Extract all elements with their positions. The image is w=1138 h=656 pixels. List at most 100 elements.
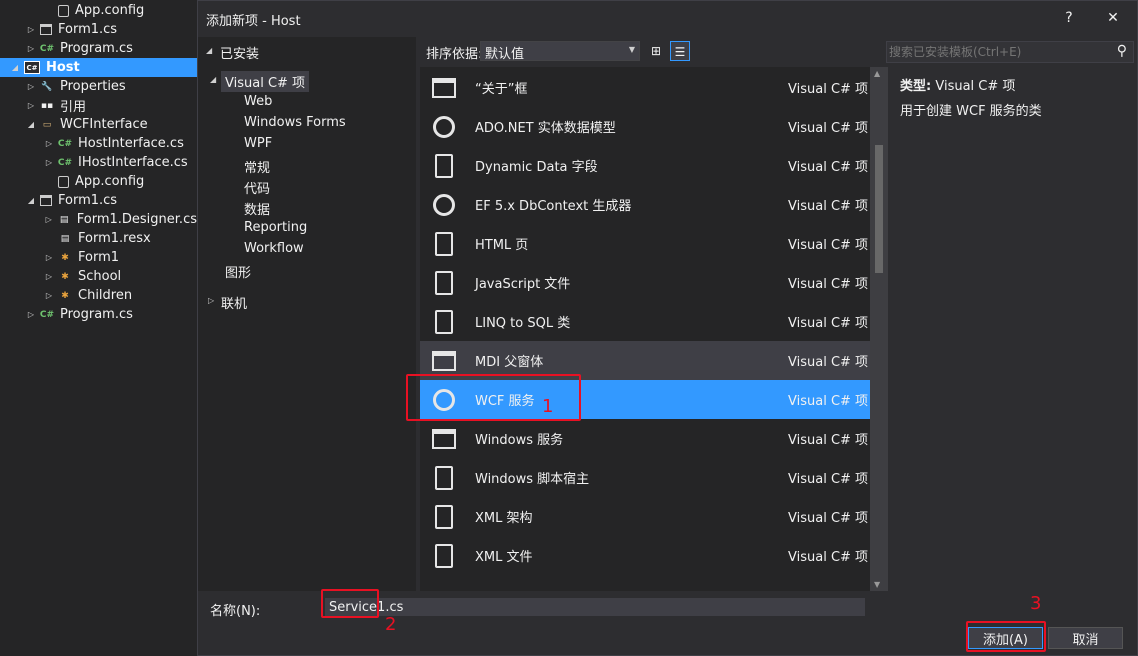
annotation-box-2 <box>321 589 379 618</box>
solution-tree-item[interactable]: App.config <box>0 172 197 191</box>
solution-tree-item[interactable]: ▷ C# Program.cs <box>0 39 197 58</box>
about-box-icon <box>430 74 458 102</box>
category-workflow[interactable]: Workflow <box>244 241 304 256</box>
solution-tree-item[interactable]: ▷ C# IHostInterface.cs <box>0 153 197 172</box>
template-language: Visual C# 项 <box>788 511 869 526</box>
category-reporting[interactable]: Reporting <box>244 220 307 235</box>
dialog-titlebar[interactable]: 添加新项 - Host ? ✕ <box>198 1 1137 35</box>
template-item[interactable]: ADO.NET 实体数据模型 Visual C# 项 <box>420 107 870 146</box>
class-icon: ✱ <box>61 290 69 301</box>
template-name: MDI 父窗体 <box>475 355 544 370</box>
dialog-title: 添加新项 - Host <box>206 14 301 29</box>
search-input[interactable] <box>889 43 1099 61</box>
installed-label: 已安装 <box>220 47 260 62</box>
category-visual-csharp[interactable]: Visual C# 项 <box>221 71 310 92</box>
search-icon[interactable]: ⚲ <box>1117 43 1127 59</box>
category-code[interactable]: 代码 <box>244 178 270 197</box>
tree-expander-icon[interactable]: ◢ <box>10 63 20 72</box>
sort-value: 默认值 <box>485 47 525 62</box>
template-item[interactable]: LINQ to SQL 类 Visual C# 项 <box>420 302 870 341</box>
solution-tree-item[interactable]: ▷ Form1.cs <box>0 20 197 39</box>
solution-tree-item[interactable]: ▷ ▪▪ 引用 <box>0 96 197 115</box>
linq-sql-icon <box>430 308 458 336</box>
category-graphics[interactable]: 图形 <box>225 262 251 281</box>
expand-arrow-icon[interactable]: ▷ <box>208 296 214 305</box>
solution-tree-item[interactable]: ▷ ✱ Form1 <box>0 248 197 267</box>
solution-tree-item[interactable]: ◢ C# Host <box>0 58 197 77</box>
template-item[interactable]: XML 文件 Visual C# 项 <box>420 536 870 575</box>
template-language: Visual C# 项 <box>788 238 869 253</box>
tree-expander-icon[interactable]: ▷ <box>26 44 36 53</box>
solution-tree-item[interactable]: ▷ ✱ Children <box>0 286 197 305</box>
detail-type: 类型: Visual C# 项 <box>900 75 1015 94</box>
references-icon: ▪▪ <box>40 100 54 111</box>
template-name: “关于”框 <box>475 82 528 97</box>
template-item[interactable]: XML 架构 Visual C# 项 <box>420 497 870 536</box>
designer-icon: ▤ <box>59 214 69 225</box>
project-icon: C# <box>24 61 40 74</box>
solution-tree-item[interactable]: ▷ C# Program.cs <box>0 305 197 324</box>
solution-tree-item-label: Children <box>78 288 133 303</box>
list-view-icon[interactable]: ☰ <box>670 41 690 61</box>
solution-tree-item-label: Form1.Designer.cs <box>76 212 197 227</box>
tree-expander-icon[interactable]: ▷ <box>44 253 54 262</box>
script-host-icon <box>430 464 458 492</box>
name-field[interactable] <box>325 598 865 616</box>
solution-tree-item-label: Form1.cs <box>58 193 118 208</box>
template-item[interactable]: Windows 服务 Visual C# 项 <box>420 419 870 458</box>
solution-tree-item[interactable]: ▷ ✱ School <box>0 267 197 286</box>
help-icon[interactable]: ? <box>1054 7 1084 29</box>
template-item[interactable]: “关于”框 Visual C# 项 <box>420 68 870 107</box>
solution-tree-item[interactable]: ▷ C# HostInterface.cs <box>0 134 197 153</box>
close-icon[interactable]: ✕ <box>1098 7 1128 29</box>
cancel-button[interactable]: 取消 <box>1048 627 1123 649</box>
solution-tree-item[interactable]: ▷ ▤ Form1.Designer.cs <box>0 210 197 229</box>
scroll-down-icon[interactable]: ▼ <box>874 580 880 589</box>
tree-expander-icon[interactable]: ▷ <box>26 310 36 319</box>
category-online[interactable]: 联机 <box>221 293 247 312</box>
solution-tree-item[interactable]: ◢ ▭ WCFInterface <box>0 115 197 134</box>
tree-expander-icon[interactable]: ▷ <box>44 139 54 148</box>
tree-expander-icon[interactable]: ▷ <box>26 82 36 91</box>
template-item[interactable]: HTML 页 Visual C# 项 <box>420 224 870 263</box>
scroll-up-icon[interactable]: ▲ <box>874 69 880 78</box>
mdi-form-icon <box>430 347 458 375</box>
sort-dropdown[interactable]: 默认值 ▼ <box>480 41 640 62</box>
solution-tree-item[interactable]: ▤ Form1.resx <box>0 229 197 248</box>
search-box[interactable]: ⚲ <box>886 41 1134 63</box>
category-general[interactable]: 常规 <box>244 157 270 176</box>
installed-header[interactable]: ◢ 已安装 <box>198 37 416 65</box>
category-data[interactable]: 数据 <box>244 199 270 218</box>
expand-arrow-icon[interactable]: ◢ <box>210 75 216 84</box>
template-item[interactable]: JavaScript 文件 Visual C# 项 <box>420 263 870 302</box>
solution-tree-item-label: WCFInterface <box>60 117 148 132</box>
tree-expander-icon[interactable]: ▷ <box>44 272 54 281</box>
grid-view-icon[interactable]: ⊞ <box>646 41 666 61</box>
solution-tree-item[interactable]: ◢ Form1.cs <box>0 191 197 210</box>
tree-expander-icon[interactable]: ▷ <box>44 215 53 224</box>
tree-expander-icon[interactable]: ▷ <box>44 158 54 167</box>
scrollbar-thumb[interactable] <box>875 145 883 273</box>
xml-file-icon <box>430 542 458 570</box>
category-wpf[interactable]: WPF <box>244 136 272 151</box>
tree-expander-icon[interactable]: ▷ <box>26 25 36 34</box>
tree-expander-icon[interactable]: ▷ <box>44 291 54 300</box>
collapse-arrow-icon[interactable]: ◢ <box>206 46 212 55</box>
template-item[interactable]: EF 5.x DbContext 生成器 Visual C# 项 <box>420 185 870 224</box>
tree-expander-icon[interactable]: ◢ <box>26 196 36 205</box>
folder-icon: ▭ <box>42 119 52 130</box>
category-windows-forms[interactable]: Windows Forms <box>244 115 346 130</box>
template-list-scrollbar[interactable]: ▲ ▼ <box>870 67 888 591</box>
solution-tree-item[interactable]: ▷ 🔧 Properties <box>0 77 197 96</box>
class-icon: ✱ <box>61 271 69 282</box>
template-language: Visual C# 项 <box>788 121 869 136</box>
tree-expander-icon[interactable]: ▷ <box>26 101 36 110</box>
solution-tree-item[interactable]: App.config <box>0 1 197 20</box>
template-name: LINQ to SQL 类 <box>475 316 571 331</box>
tree-expander-icon[interactable]: ◢ <box>26 120 36 129</box>
template-item[interactable]: Windows 脚本宿主 Visual C# 项 <box>420 458 870 497</box>
solution-tree-item-label: School <box>78 269 122 284</box>
category-web[interactable]: Web <box>244 94 272 109</box>
template-name: Dynamic Data 字段 <box>475 160 598 175</box>
template-item[interactable]: Dynamic Data 字段 Visual C# 项 <box>420 146 870 185</box>
